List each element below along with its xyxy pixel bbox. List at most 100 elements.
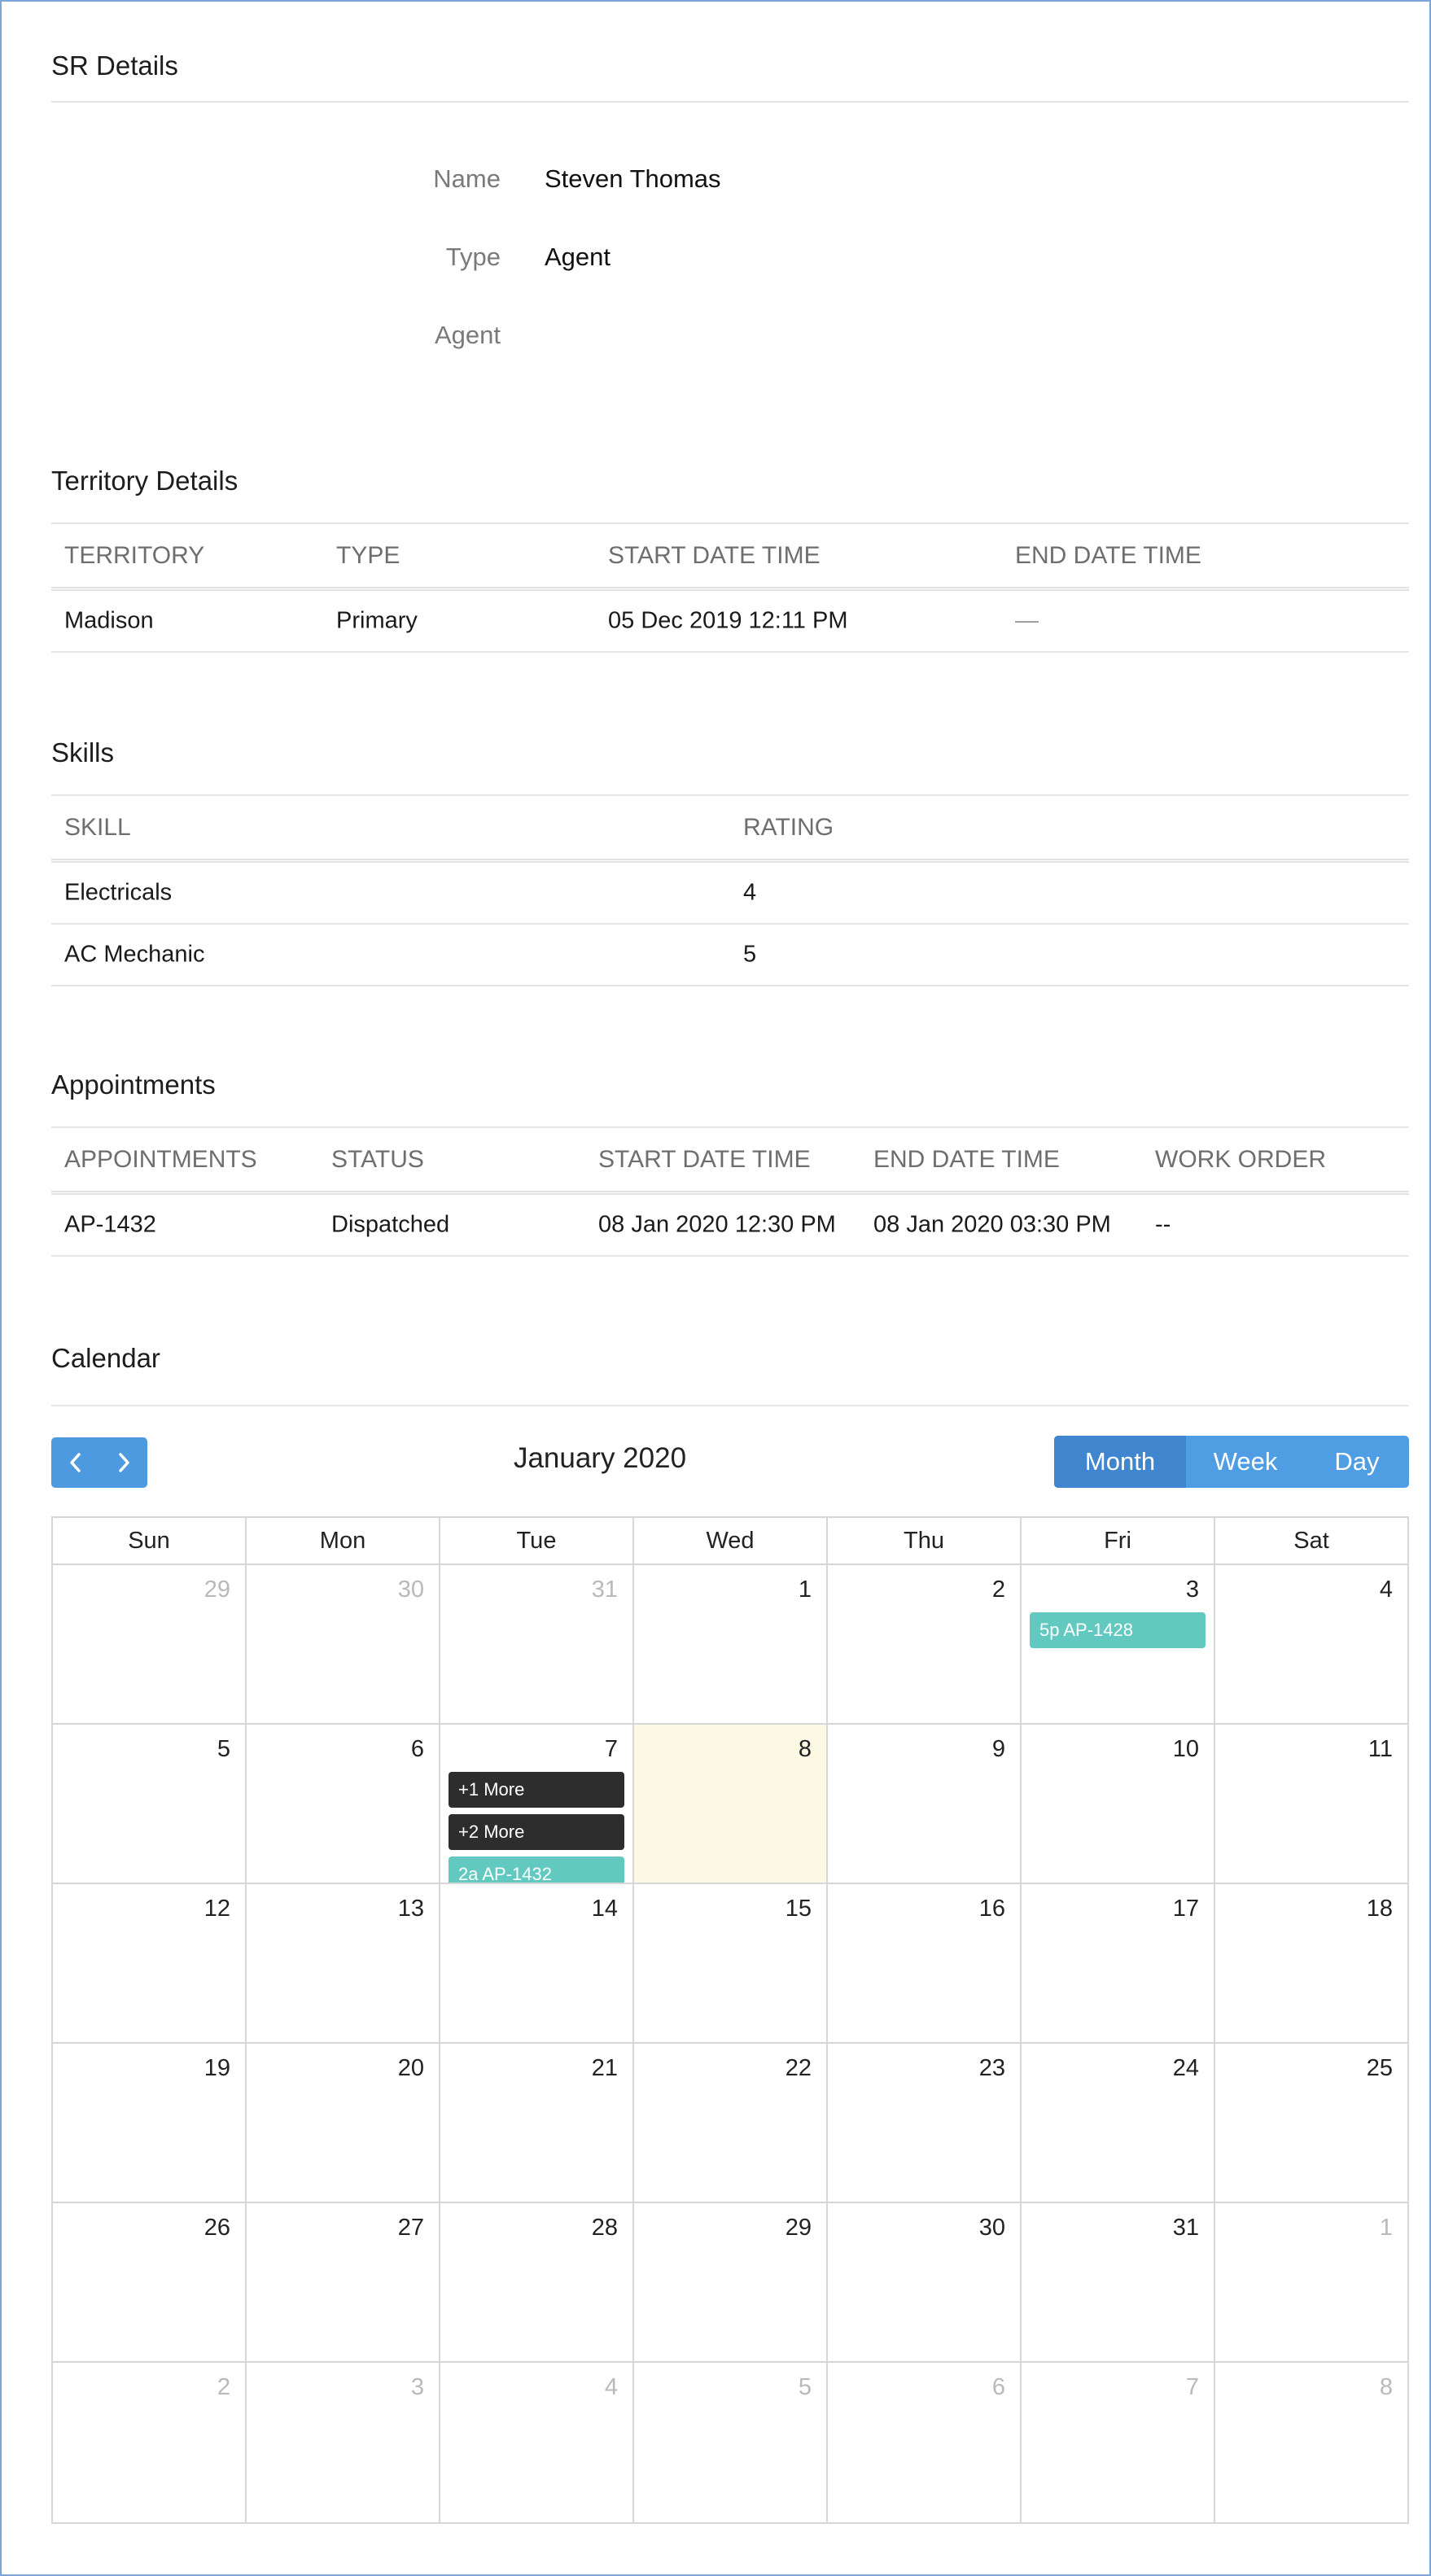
calendar-day-cell[interactable]: 6: [828, 2363, 1022, 2522]
calendar-day-cell[interactable]: 31: [1022, 2203, 1215, 2361]
calendar-day-cell[interactable]: 14: [440, 1884, 634, 2042]
day-number: 5: [217, 1736, 230, 1762]
skills-table: SKILL RATING Electricals 4 AC Mechanic 5: [51, 794, 1409, 986]
calendar-week-row: 2 3 4 5 6 7 8: [53, 2363, 1407, 2522]
appointments-table: APPOINTMENTS STATUS START DATE TIME END …: [51, 1126, 1409, 1257]
calendar-day-cell[interactable]: 13: [247, 1884, 440, 2042]
skill-rating-cell: 4: [743, 879, 757, 906]
calendar-day-cell[interactable]: 9: [828, 1725, 1022, 1883]
calendar-day-cell[interactable]: 30: [828, 2203, 1022, 2361]
day-number: 13: [397, 1896, 424, 1922]
calendar-day-cell[interactable]: 1: [1215, 2203, 1407, 2361]
column-header-skill: SKILL: [64, 813, 131, 841]
sr-details-title: SR Details: [51, 50, 178, 81]
calendar-view-switcher: Month Week Day: [1054, 1436, 1409, 1488]
calendar-day-cell[interactable]: 19: [53, 2044, 247, 2202]
calendar-day-cell[interactable]: 18: [1215, 1884, 1407, 2042]
appointment-start-cell: 08 Jan 2020 12:30 PM: [598, 1211, 836, 1238]
more-events-link[interactable]: +1 More: [449, 1772, 624, 1808]
calendar-day-cell[interactable]: 22: [634, 2044, 828, 2202]
calendar-day-cell[interactable]: 2: [828, 1565, 1022, 1723]
day-number: 24: [1172, 2055, 1199, 2081]
calendar-day-cell[interactable]: 7 +1 More +2 More 2a AP-1432: [440, 1725, 634, 1883]
table-row: Madison Primary 05 Dec 2019 12:11 PM —: [51, 591, 1409, 653]
calendar-day-cell[interactable]: 28: [440, 2203, 634, 2361]
calendar-day-cell[interactable]: 26: [53, 2203, 247, 2361]
calendar-day-cell[interactable]: 8: [1215, 2363, 1407, 2522]
calendar-month-label: January 2020: [513, 1442, 687, 1474]
day-view-button[interactable]: Day: [1305, 1436, 1409, 1488]
weekday-header: Sun: [53, 1518, 247, 1564]
calendar-day-cell[interactable]: 6: [247, 1725, 440, 1883]
table-row: AP-1432 Dispatched 08 Jan 2020 12:30 PM …: [51, 1195, 1409, 1257]
weekday-header: Thu: [828, 1518, 1022, 1564]
calendar-event[interactable]: 5p AP-1428: [1030, 1612, 1206, 1648]
calendar-day-cell[interactable]: 12: [53, 1884, 247, 2042]
day-number: 10: [1172, 1736, 1199, 1762]
name-label: Name: [433, 164, 501, 193]
appointment-end-cell: 08 Jan 2020 03:30 PM: [873, 1211, 1111, 1238]
calendar-day-cell[interactable]: 4: [1215, 1565, 1407, 1723]
day-number: 23: [978, 2055, 1005, 2081]
calendar-divider: [51, 1405, 1409, 1406]
more-events-link[interactable]: +2 More: [449, 1814, 624, 1850]
agent-label: Agent: [434, 321, 501, 349]
calendar-day-cell[interactable]: 1: [634, 1565, 828, 1723]
calendar-day-cell[interactable]: 4: [440, 2363, 634, 2522]
day-number: 29: [785, 2215, 812, 2241]
calendar-day-cell[interactable]: 2: [53, 2363, 247, 2522]
month-view-button[interactable]: Month: [1054, 1436, 1186, 1488]
calendar-day-cell-today[interactable]: 8: [634, 1725, 828, 1883]
calendar-day-cell[interactable]: 3: [247, 2363, 440, 2522]
calendar-day-cell[interactable]: 10: [1022, 1725, 1215, 1883]
calendar-day-cell[interactable]: 24: [1022, 2044, 1215, 2202]
day-number: 12: [203, 1896, 230, 1922]
calendar-event[interactable]: 2a AP-1432: [449, 1857, 624, 1883]
calendar-day-cell[interactable]: 29: [53, 1565, 247, 1723]
type-field-row: Type Agent: [2, 243, 1431, 283]
calendar-day-cell[interactable]: 30: [247, 1565, 440, 1723]
calendar-day-cell[interactable]: 5: [634, 2363, 828, 2522]
appointment-id-cell[interactable]: AP-1432: [64, 1212, 156, 1239]
column-header-work-order: WORK ORDER: [1155, 1145, 1326, 1173]
calendar-day-cell[interactable]: 29: [634, 2203, 828, 2361]
weekday-header: Fri: [1022, 1518, 1215, 1564]
calendar-day-cell[interactable]: 31: [440, 1565, 634, 1723]
week-view-button[interactable]: Week: [1186, 1436, 1305, 1488]
calendar-day-cell[interactable]: 5: [53, 1725, 247, 1883]
day-number: 1: [1379, 2215, 1393, 2241]
calendar-day-cell[interactable]: 21: [440, 2044, 634, 2202]
appointments-title: Appointments: [51, 1069, 216, 1100]
calendar-week-row: 12 13 14 15 16 17 18: [53, 1884, 1407, 2044]
skills-title: Skills: [51, 737, 115, 768]
name-field-row: Name Steven Thomas: [2, 164, 1431, 205]
calendar-day-cell[interactable]: 16: [828, 1884, 1022, 2042]
calendar-day-cell[interactable]: 25: [1215, 2044, 1407, 2202]
day-number: 14: [591, 1896, 618, 1922]
calendar-day-cell[interactable]: 7: [1022, 2363, 1215, 2522]
calendar-day-cell[interactable]: 20: [247, 2044, 440, 2202]
column-header-start-date-time: START DATE TIME: [598, 1145, 811, 1173]
column-header-end-date-time: END DATE TIME: [873, 1145, 1060, 1173]
day-number: 2: [217, 2374, 230, 2400]
day-number: 9: [991, 1736, 1005, 1762]
territory-table-header: TERRITORY TYPE START DATE TIME END DATE …: [51, 523, 1409, 591]
calendar-day-cell[interactable]: 17: [1022, 1884, 1215, 2042]
calendar-day-cell[interactable]: 3 5p AP-1428: [1022, 1565, 1215, 1723]
page: { "sr_details": { "title": "SR Details",…: [0, 0, 1431, 2576]
type-value: Agent: [545, 243, 611, 271]
column-header-type: TYPE: [336, 541, 400, 569]
column-header-start-date-time: START DATE TIME: [608, 541, 821, 569]
calendar-week-row: 26 27 28 29 30 31 1: [53, 2203, 1407, 2363]
calendar-day-cell[interactable]: 23: [828, 2044, 1022, 2202]
calendar-day-cell[interactable]: 11: [1215, 1725, 1407, 1883]
day-number: 3: [1185, 1577, 1199, 1603]
weekday-header: Tue: [440, 1518, 634, 1564]
day-number: 31: [1172, 2215, 1199, 2241]
column-header-status: STATUS: [331, 1145, 424, 1173]
calendar-day-cell[interactable]: 27: [247, 2203, 440, 2361]
calendar-day-cell[interactable]: 15: [634, 1884, 828, 2042]
calendar-weeks: 29 30 31 1 2 3 5p AP-1428 4 5 6 7 +1 More +2 More 2a …: [53, 1565, 1407, 2522]
agent-field-row: Agent: [2, 321, 1431, 361]
weekday-header: Sat: [1293, 1528, 1329, 1554]
